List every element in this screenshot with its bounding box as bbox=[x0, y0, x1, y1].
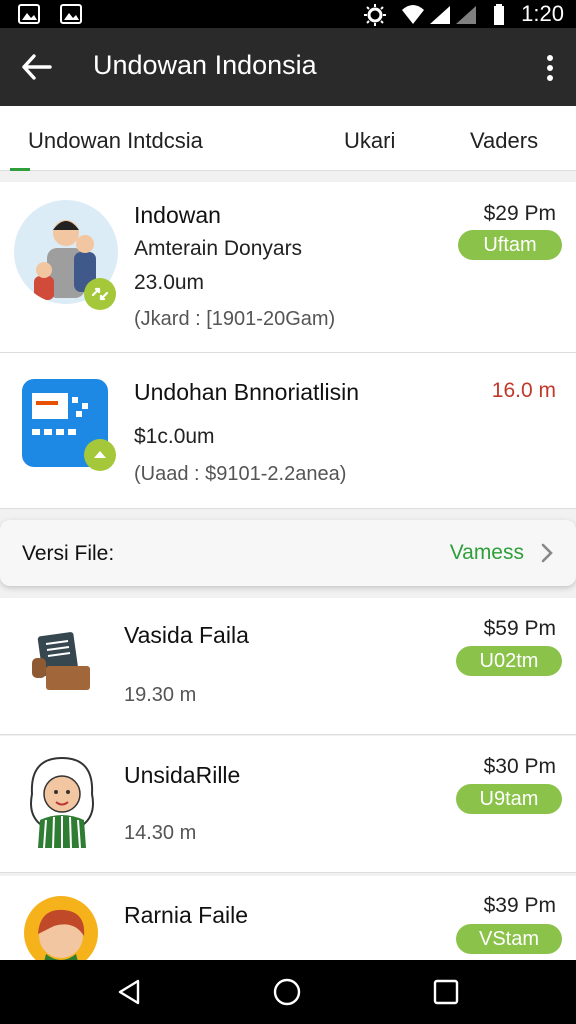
back-nav-icon[interactable] bbox=[116, 978, 144, 1006]
sync-icon bbox=[91, 287, 109, 301]
tab-ukari[interactable]: Ukari bbox=[344, 128, 395, 154]
eject-icon bbox=[94, 451, 106, 458]
list-item[interactable]: UnsidaRille 14.30 m $30 Pm U9tam bbox=[0, 736, 576, 873]
page-title: Undowan Indonsia bbox=[93, 50, 317, 80]
list-item[interactable]: Vasida Faila 19.30 m $59 Pm U02tm bbox=[0, 598, 576, 735]
item-name: UnsidaRille bbox=[124, 762, 241, 788]
tab-bar: Undowan Intdcsia Ukari Vaders bbox=[0, 106, 576, 171]
tab-vaders[interactable]: Vaders bbox=[470, 128, 538, 154]
item-meta: (Jkard : [1901-20Gam) bbox=[134, 308, 336, 330]
item-price: 16.0 m bbox=[491, 379, 556, 402]
version-label: Versi File: bbox=[22, 542, 115, 565]
item-price: $39 Pm bbox=[483, 894, 556, 917]
status-badge[interactable]: VStam bbox=[456, 924, 562, 954]
home-nav-icon[interactable] bbox=[273, 978, 301, 1006]
signal-icon bbox=[430, 6, 476, 24]
item-price: $30 Pm bbox=[483, 755, 556, 778]
battery-icon bbox=[494, 4, 504, 25]
item-name: Rarnia Faile bbox=[124, 902, 248, 928]
list-item[interactable]: Undohan Bnnoriatlisin $1c.0um (Uaad : $9… bbox=[0, 353, 576, 509]
cloud-badge bbox=[84, 439, 116, 471]
status-time: 1:20 bbox=[521, 1, 564, 26]
item-meta: (Uaad : $9101-2.2anea) bbox=[134, 463, 347, 485]
item-name: Undohan Bnnoriatlisin bbox=[134, 379, 360, 405]
person-avatar bbox=[24, 896, 98, 970]
status-badge[interactable]: U02tm bbox=[456, 646, 562, 676]
item-size: 23.0um bbox=[134, 271, 205, 294]
version-value: Vamess bbox=[449, 541, 524, 564]
wifi-icon bbox=[402, 5, 424, 24]
system-nav-bar bbox=[0, 960, 576, 1024]
image-notification-icon bbox=[18, 4, 40, 24]
person-avatar bbox=[30, 756, 94, 849]
tab-undowan[interactable]: Undowan Intdcsia bbox=[28, 128, 203, 154]
item-price: $59 Pm bbox=[483, 617, 556, 640]
status-badge[interactable]: U9tam bbox=[456, 784, 562, 814]
folder-document-icon bbox=[32, 632, 90, 690]
active-tab-indicator bbox=[10, 168, 30, 171]
list-item[interactable]: Indowan Amterain Donyars 23.0um (Jkard :… bbox=[0, 182, 576, 353]
item-subtitle: Amterain Donyars bbox=[134, 237, 303, 260]
item-size: 19.30 m bbox=[124, 684, 197, 706]
item-name: Vasida Faila bbox=[124, 622, 249, 648]
sync-badge bbox=[84, 278, 116, 310]
status-bar: 1:20 bbox=[0, 0, 576, 28]
recents-nav-icon[interactable] bbox=[432, 978, 460, 1006]
list-item[interactable]: Rarnia Faile $39 Pm VStam bbox=[0, 876, 576, 970]
version-row[interactable]: Versi File: Vamess bbox=[0, 520, 576, 586]
item-subtitle: $1c.0um bbox=[134, 425, 215, 448]
item-size: 14.30 m bbox=[124, 822, 197, 844]
item-name: Indowan bbox=[134, 202, 221, 228]
item-price: $29 Pm bbox=[483, 202, 556, 225]
chevron-right-icon bbox=[541, 543, 553, 563]
more-options-icon[interactable] bbox=[542, 54, 558, 84]
gallery-notification-icon bbox=[60, 4, 82, 24]
app-bar: Undowan Indonsia bbox=[0, 28, 576, 106]
back-arrow-icon[interactable] bbox=[20, 52, 54, 82]
status-badge[interactable]: Uftam bbox=[458, 230, 562, 260]
brightness-icon bbox=[364, 4, 386, 26]
